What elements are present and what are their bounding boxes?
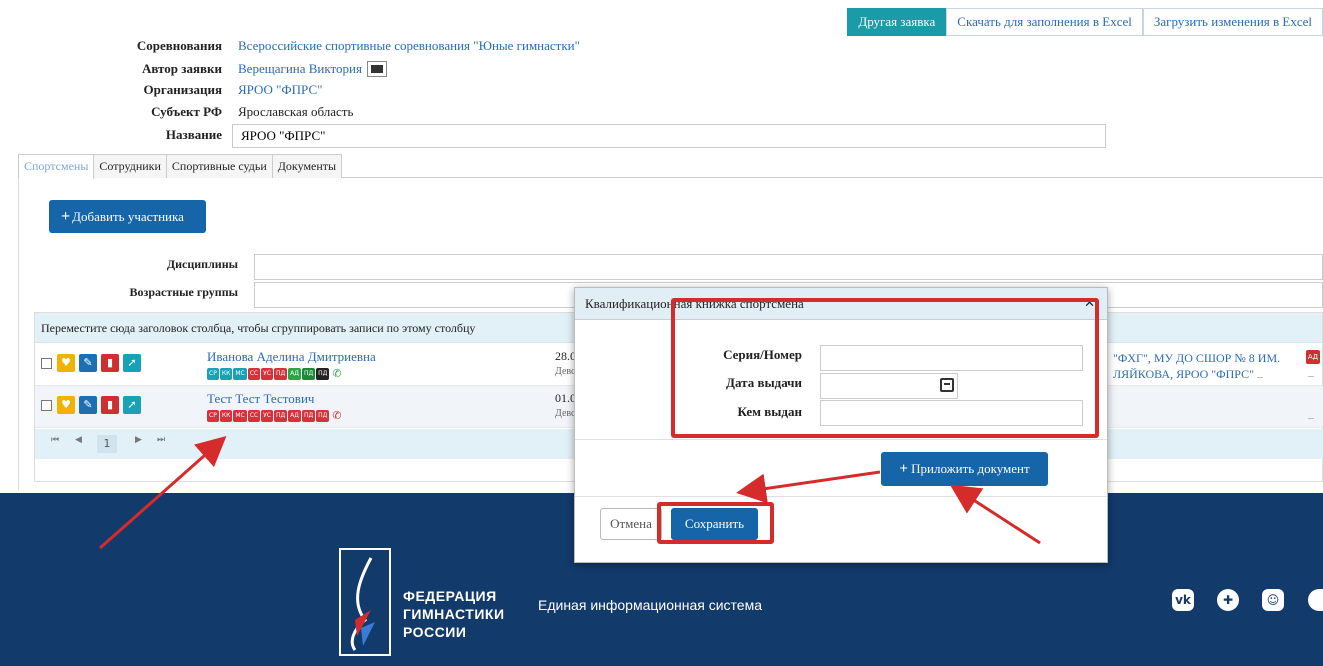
delete-icon[interactable]: ▮ <box>101 396 119 414</box>
social-icon[interactable] <box>1308 589 1323 611</box>
author-label: Автор заявки <box>141 61 222 76</box>
next-page-icon[interactable]: ▶ <box>135 435 142 445</box>
prev-page-icon[interactable]: ◀ <box>75 435 82 445</box>
issue-date-input[interactable] <box>820 373 958 399</box>
badge: ПД <box>316 367 330 380</box>
badge: КК <box>219 409 233 422</box>
athlete-name-link[interactable]: Тест Тест Тестович <box>207 391 314 407</box>
badge: УС <box>261 409 273 422</box>
more-dots[interactable]: ... <box>1308 412 1314 421</box>
download-excel-button[interactable]: Скачать для заполнения в Excel <box>946 8 1143 36</box>
modal-header: Квалификационная книжка спортсмена ✕ <box>575 288 1107 320</box>
issue-date-label: Дата выдачи <box>726 375 802 390</box>
system-name: Единая информационная система <box>538 597 762 613</box>
federation-logo <box>339 548 391 656</box>
mail-icon[interactable] <box>367 61 388 78</box>
badge: МС <box>233 367 247 380</box>
issued-by-label: Кем выдан <box>737 404 802 419</box>
upload-excel-button[interactable]: Загрузить изменения в Excel <box>1142 8 1323 36</box>
add-participant-button[interactable]: + Добавить участника <box>49 200 206 233</box>
badge: КК <box>219 367 233 380</box>
divider <box>575 496 1107 497</box>
badge: ПД <box>273 409 288 422</box>
badge: СР <box>207 367 219 380</box>
ok-icon[interactable]: ☺ <box>1262 589 1284 611</box>
series-label: Серия/Номер <box>723 347 802 362</box>
badge: СС <box>247 367 261 380</box>
vk-icon[interactable]: vk <box>1172 589 1194 611</box>
save-button[interactable]: Сохранить <box>671 508 758 540</box>
add-participant-label: Добавить участника <box>72 209 184 224</box>
run-icon[interactable]: ➚ <box>123 396 141 414</box>
edit-icon[interactable]: ✎ <box>79 396 97 414</box>
badge: ПД <box>301 367 316 380</box>
athlete-name-link[interactable]: Иванова Аделина Дмитриевна <box>207 349 376 365</box>
series-input[interactable] <box>820 345 1083 371</box>
first-page-icon[interactable]: ⏮ <box>51 435 59 445</box>
region-value: Ярославская область <box>238 104 354 119</box>
close-icon[interactable]: ✕ <box>1084 288 1095 320</box>
badge: СР <box>207 409 219 422</box>
last-page-icon[interactable]: ⏭ <box>157 435 165 445</box>
badge-list: СР КК МС СС УС ПД АД ПД ПД ✆ <box>207 367 342 380</box>
edit-icon[interactable]: ✎ <box>79 354 97 372</box>
org-link[interactable]: ЯРОО "ФПРС" <box>238 82 322 98</box>
sex-value: Девс <box>555 366 576 377</box>
author-link[interactable]: Верещагина Виктория <box>238 61 362 76</box>
tabs: Спортсмены Сотрудники Спортивные судьи Д… <box>18 154 1323 179</box>
badge: ПД <box>316 409 330 422</box>
page-number[interactable]: 1 <box>97 435 117 453</box>
other-request-button[interactable]: Другая заявка <box>847 8 947 36</box>
cancel-button[interactable]: Отмена <box>600 508 662 540</box>
region-label: Субъект РФ <box>151 104 222 119</box>
org-cell: "ФХГ", МУ ДО СШОР № 8 ИМ. ЛЯЙКОВА, ЯРОО … <box>1113 350 1293 384</box>
competition-label: Соревнования <box>136 38 222 53</box>
run-icon[interactable]: ➚ <box>123 354 141 372</box>
issued-by-input[interactable] <box>820 400 1083 426</box>
org-line[interactable]: ЛЯЙКОВА, ЯРОО "ФПРС" ... <box>1113 366 1293 384</box>
phone-icon: ✆ <box>332 367 342 380</box>
author-value: Верещагина Виктория <box>238 61 388 78</box>
badge: ПД <box>273 367 288 380</box>
phone-icon: ✆ <box>332 409 342 422</box>
more-dots[interactable]: ... <box>1308 370 1314 379</box>
badge: АД <box>288 409 301 422</box>
tab-athletes[interactable]: Спортсмены <box>18 154 95 179</box>
badge: ПД <box>301 409 316 422</box>
age-groups-label: Возрастные группы <box>129 285 239 299</box>
badge: МС <box>233 409 247 422</box>
badge-list: СР КК МС СС УС ПД АД ПД ПД ✆ <box>207 409 342 422</box>
heart-icon[interactable]: ♥ <box>57 396 75 414</box>
badge: СС <box>247 409 261 422</box>
delete-icon[interactable]: ▮ <box>101 354 119 372</box>
disciplines-select[interactable] <box>254 254 1323 280</box>
org-line[interactable]: "ФХГ", МУ ДО СШОР № 8 ИМ. <box>1113 350 1293 366</box>
name-label: Название <box>165 127 222 142</box>
calendar-icon[interactable] <box>940 378 954 392</box>
federation-name: ФЕДЕРАЦИЯ ГИМНАСТИКИ РОССИИ <box>403 588 505 640</box>
row-checkbox[interactable] <box>41 358 52 369</box>
birth-date: 28.0 <box>555 349 576 363</box>
attach-document-button[interactable]: + Приложить документ <box>881 452 1048 486</box>
row-checkbox[interactable] <box>41 400 52 411</box>
competition-link[interactable]: Всероссийские спортивные соревнования "Ю… <box>238 38 580 54</box>
tag-badge: АД <box>1306 350 1320 364</box>
birth-date: 01.0 <box>555 391 576 405</box>
sex-value: Девс <box>555 408 576 419</box>
badge: УС <box>261 367 273 380</box>
disciplines-label: Дисциплины <box>166 257 238 271</box>
badge: АД <box>288 367 301 380</box>
org-label: Организация <box>143 82 222 97</box>
qualification-book-modal: Квалификационная книжка спортсмена ✕ Сер… <box>574 287 1108 563</box>
telegram-icon[interactable]: ✚ <box>1217 589 1239 611</box>
tab-judges[interactable]: Спортивные судьи <box>165 154 273 178</box>
tab-staff[interactable]: Сотрудники <box>93 154 167 178</box>
heart-icon[interactable]: ♥ <box>57 354 75 372</box>
divider <box>575 439 1107 440</box>
tab-documents[interactable]: Документы <box>271 154 343 178</box>
name-input[interactable] <box>232 124 1106 148</box>
modal-title: Квалификационная книжка спортсмена <box>585 296 804 311</box>
top-actions: Другая заявка Скачать для заполнения в E… <box>847 8 1323 36</box>
